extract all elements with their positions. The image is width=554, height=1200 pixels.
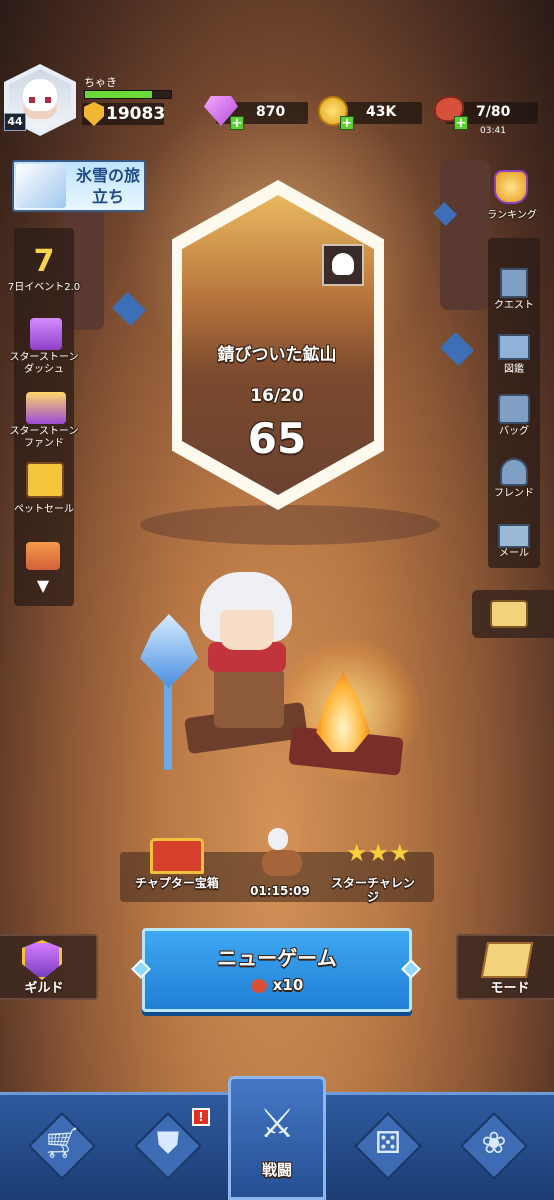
menu-label: クエスト	[494, 300, 534, 311]
bear-mount-icon	[262, 850, 302, 876]
player-name: ちゃき	[84, 76, 117, 89]
menu-label: 図鑑	[504, 364, 524, 375]
xp-bar	[84, 90, 172, 99]
nav-battle[interactable]: ⚔ 戦闘	[228, 1076, 326, 1200]
player-level: 44	[4, 113, 26, 131]
new-game-cost-value: x10	[272, 976, 304, 994]
ranking-label: ランキング	[487, 210, 537, 221]
starstone-dash-icon	[30, 318, 62, 350]
ranking-button[interactable]: ランキング	[480, 168, 544, 226]
event-banner[interactable]: 氷雪の旅立ち	[12, 160, 146, 212]
new-game-title: ニューゲーム	[217, 946, 337, 970]
equipment-alert-badge: !	[192, 1108, 210, 1126]
starstone-fund-icon	[26, 392, 66, 424]
mode-sword-icon	[480, 942, 534, 978]
stage-progress: 16/20	[250, 386, 304, 406]
mail-icon	[498, 524, 530, 548]
nav-gacha[interactable]: ⚄	[338, 1096, 438, 1196]
mode-button[interactable]: モード	[456, 934, 554, 1000]
stamina-timer: 03:41	[480, 126, 506, 136]
menu-friend[interactable]: フレンド	[488, 458, 540, 508]
menu-starstone-dash[interactable]: スターストーンダッシュ	[10, 318, 79, 384]
idle-timer: 01:15:09	[250, 884, 310, 898]
star-challenge-button[interactable]: ★★★ スターチャレンジ	[331, 836, 416, 908]
gem-count: 870	[256, 104, 286, 120]
menu-label: 7日イベント2.0	[7, 282, 81, 293]
stage-name: 錆びついた鉱山	[217, 345, 337, 365]
guild-shield-icon	[22, 940, 62, 980]
crystal-decoration	[440, 332, 474, 366]
menu-pet-sale[interactable]: ペットセール	[14, 462, 74, 522]
add-gems-button[interactable]: +	[230, 116, 244, 130]
menu-starstone-fund[interactable]: スターストーンファンド	[10, 392, 79, 458]
add-stamina-button[interactable]: +	[454, 116, 468, 130]
add-coins-button[interactable]: +	[340, 116, 354, 130]
stage-number: 65	[247, 414, 307, 463]
hero-body	[214, 668, 284, 728]
chat-button[interactable]	[472, 590, 554, 638]
chapter-chest-button[interactable]: チャプター宝箱	[134, 836, 219, 908]
pet-sale-icon	[26, 462, 64, 498]
stamina-meat-icon	[250, 978, 267, 993]
menu-label: メール	[499, 548, 529, 559]
menu-mail[interactable]: メール	[488, 522, 540, 572]
hero-mini-icon	[268, 828, 288, 850]
chapter-chest-label: チャプター宝箱	[135, 876, 219, 890]
quest-icon	[500, 268, 528, 298]
star-challenge-label: スターチャレンジ	[331, 876, 415, 904]
xp-bar-fill	[85, 91, 153, 98]
hero-face	[220, 610, 274, 650]
power-value: 19083	[106, 104, 166, 124]
cave-shadow	[140, 505, 440, 545]
ice-staff-crystal	[140, 614, 198, 688]
mode-label: モード	[490, 981, 530, 996]
dice-icon: ⚄	[374, 1126, 402, 1161]
crossed-swords-icon: ⚔	[259, 1101, 295, 1147]
idle-reward-button[interactable]: 01:15:09	[242, 826, 318, 902]
menu-label: ペットセール	[14, 504, 74, 515]
menu-encyclopedia[interactable]: 図鑑	[488, 332, 540, 382]
nav-shop[interactable]: 🛒︎	[12, 1096, 112, 1196]
nav-battle-label: 戦闘	[261, 1161, 292, 1179]
trophy-icon	[494, 170, 528, 204]
cart-icon: 🛒︎	[42, 1126, 82, 1161]
paw-icon: ❀	[481, 1126, 507, 1161]
chat-bubble-icon	[490, 600, 528, 628]
menu-label: フレンド	[494, 488, 534, 499]
friend-icon	[500, 458, 528, 486]
menu-label: スターストーンファンド	[9, 426, 79, 449]
stamina-count: 7/80	[476, 104, 511, 120]
menu-quest[interactable]: クエスト	[488, 268, 540, 318]
more-events-icon[interactable]	[26, 542, 60, 570]
skull-icon	[332, 253, 354, 275]
nav-pets[interactable]: ❀	[444, 1096, 544, 1196]
menu-label: バッグ	[499, 426, 529, 437]
guild-button[interactable]: ギルド	[0, 934, 98, 1000]
menu-seven-day-event[interactable]: 7 7日イベント2.0	[8, 244, 80, 310]
armor-icon: ⛊	[156, 1126, 180, 1161]
menu-bag[interactable]: バッグ	[488, 394, 540, 444]
chest-icon	[150, 838, 204, 874]
coin-count: 43K	[366, 104, 397, 120]
encyclopedia-icon	[498, 334, 530, 360]
bag-icon	[498, 394, 530, 424]
boss-skull-button[interactable]	[322, 244, 364, 286]
expand-menu-button[interactable]: ▼	[30, 578, 56, 594]
guild-label: ギルド	[24, 981, 64, 996]
menu-label: スターストーンダッシュ	[9, 352, 79, 375]
seven-day-event-icon: 7	[33, 244, 55, 279]
new-game-cost: x10	[142, 976, 412, 994]
stars-icon: ★★★	[346, 839, 411, 867]
event-character-icon	[16, 164, 66, 208]
event-banner-label: 氷雪の旅立ち	[75, 166, 140, 206]
